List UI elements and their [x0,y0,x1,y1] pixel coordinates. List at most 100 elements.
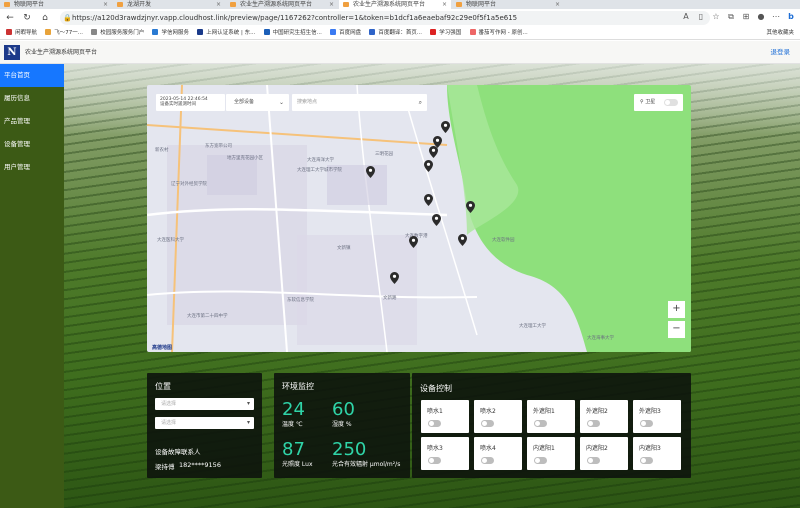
split-screen-icon[interactable]: ▯ [696,12,706,22]
close-icon[interactable]: × [216,0,221,9]
map-label: 大连理工大学 [519,324,546,329]
telemetry-time-caption: 设备实时遥测时间 [160,102,196,107]
bing-icon[interactable]: b [786,12,796,22]
device-switch[interactable] [640,420,653,427]
more-icon[interactable]: ⋯ [771,12,781,22]
chevron-down-icon: ▾ [246,400,250,407]
zoom-out-button[interactable]: − [668,321,685,338]
device-card[interactable]: 外遮阳2 [580,400,628,433]
zoom-in-button[interactable]: + [668,301,685,318]
reload-icon[interactable]: ↻ [21,12,33,24]
home-icon[interactable]: ⌂ [39,12,51,24]
map-label: 文新镇 [337,246,351,251]
device-switch[interactable] [534,457,547,464]
device-marker-icon[interactable] [458,234,467,246]
map-label: 新农村 [155,148,169,153]
browser-tab[interactable]: 物联网平台 × [452,0,564,9]
device-switch[interactable] [428,420,441,427]
province-select[interactable]: 请选择 ▾ [155,398,254,410]
device-switch[interactable] [428,457,441,464]
sidebar-item-label: 履历信息 [4,94,30,102]
device-marker-icon[interactable] [390,272,399,284]
profile-icon[interactable]: ● [756,12,766,22]
bookmark-item[interactable]: 学习强国 [430,27,462,39]
device-card[interactable]: 内遮阳1 [527,437,575,470]
device-card[interactable]: 内遮阳2 [580,437,628,470]
map-label: 大连海事大学 [587,336,614,341]
logout-link[interactable]: 退登录 [771,41,791,64]
close-icon[interactable]: × [442,0,447,9]
map-view[interactable]: 东方宽带公司 地方里克花园小区 三明花园 新农村 大连海洋大学 辽宁对外经贸学院… [147,85,691,352]
bookmark-item[interactable]: 闲暇导航 [6,27,37,39]
bookmark-item[interactable]: 校园服务服务门户 [91,27,144,39]
device-switch[interactable] [534,420,547,427]
close-icon[interactable]: × [555,0,560,9]
sidebar-item-devices[interactable]: 设备管理 [0,133,64,156]
device-card[interactable]: 内遮阳3 [633,437,681,470]
satellite-toggle[interactable]: ⚲ 卫星 [634,94,683,111]
map-attribution: 高德地图 [152,345,173,351]
tab-favicon-icon [230,2,236,7]
device-marker-icon[interactable] [466,201,475,213]
sidebar-item-products[interactable]: 产品管理 [0,110,64,133]
bookmark-item[interactable]: 百度翻译：首页... [369,27,422,39]
bookmark-label: 中国研究生招生信... [272,30,322,36]
sidebar-item-records[interactable]: 履历信息 [0,87,64,110]
bookmark-icon [91,29,98,35]
browser-tab[interactable]: 龙湖开发 × [113,0,225,9]
collections-icon[interactable]: ⊞ [741,12,751,22]
device-marker-icon[interactable] [366,166,375,178]
bookmark-icon [197,29,204,35]
device-card[interactable]: 喷水1 [421,400,469,433]
place-search-input[interactable]: 搜索地点 ⌕ [292,94,427,111]
browser-tab-active[interactable]: 农业生产溯源系统网页平台 × [339,0,451,9]
device-marker-icon[interactable] [424,194,433,206]
sidebar-item-users[interactable]: 用户管理 [0,156,64,179]
device-switch[interactable] [481,420,494,427]
par-label: 光合有效辐射 μmol/m²/s [332,461,401,468]
device-name: 喷水1 [427,408,443,415]
device-marker-icon[interactable] [441,121,450,133]
device-card[interactable]: 喷水4 [474,437,522,470]
read-aloud-icon[interactable]: A [681,12,691,22]
bookmark-item[interactable]: 学信网服务 [152,27,189,39]
device-card[interactable]: 喷水2 [474,400,522,433]
device-marker-icon[interactable] [432,214,441,226]
browser-tab[interactable]: 物联网平台 × [0,0,112,9]
device-marker-icon[interactable] [429,146,438,158]
favorite-icon[interactable]: ☆ [711,12,721,22]
bookmark-item[interactable]: 中国研究生招生信... [263,27,322,39]
device-switch[interactable] [640,457,653,464]
bookmark-item[interactable]: 上网认证系统 | 东... [197,27,255,39]
extensions-icon[interactable]: ⧉ [726,12,736,22]
close-icon[interactable]: × [103,0,108,9]
search-icon[interactable]: ⌕ [419,94,422,111]
address-bar-row: ← ↻ ⌂ 🔒 https://a120d3rawdzjnyr.vapp.clo… [0,9,800,27]
bookmark-icon [152,29,159,35]
tab-favicon-icon [4,2,10,7]
device-card[interactable]: 外遮阳1 [527,400,575,433]
app-logo-icon: N [4,45,20,60]
device-name: 内遮阳3 [639,445,661,452]
browser-tab[interactable]: 农业生产溯源系统网页平台 × [226,0,338,9]
sidebar-item-home[interactable]: 平台首页 [0,64,64,87]
map-label: 地方里克花园小区 [227,156,263,161]
bookmark-item[interactable]: 飞～77一... [45,27,83,39]
satellite-switch[interactable] [664,99,678,106]
device-switch[interactable] [481,457,494,464]
back-icon[interactable]: ← [4,12,16,24]
bookmark-item[interactable]: 百度网盘 [330,27,361,39]
city-select[interactable]: 请选择 ▾ [155,417,254,429]
close-icon[interactable]: × [329,0,334,9]
device-card[interactable]: 喷水3 [421,437,469,470]
device-marker-icon[interactable] [409,236,418,248]
other-bookmarks[interactable]: 其他收藏夹 [766,27,794,39]
url-field[interactable]: 🔒 https://a120d3rawdzjnyr.vapp.cloudhost… [60,11,710,25]
device-marker-icon[interactable] [424,160,433,172]
device-select[interactable]: 全部设备 ⌄ [226,94,289,111]
device-card[interactable]: 外遮阳3 [633,400,681,433]
device-switch[interactable] [587,457,600,464]
bookmark-item[interactable]: 番茄写作网 - 原创... [469,27,528,39]
device-switch[interactable] [587,420,600,427]
bookmark-label: 学习强国 [439,30,462,36]
